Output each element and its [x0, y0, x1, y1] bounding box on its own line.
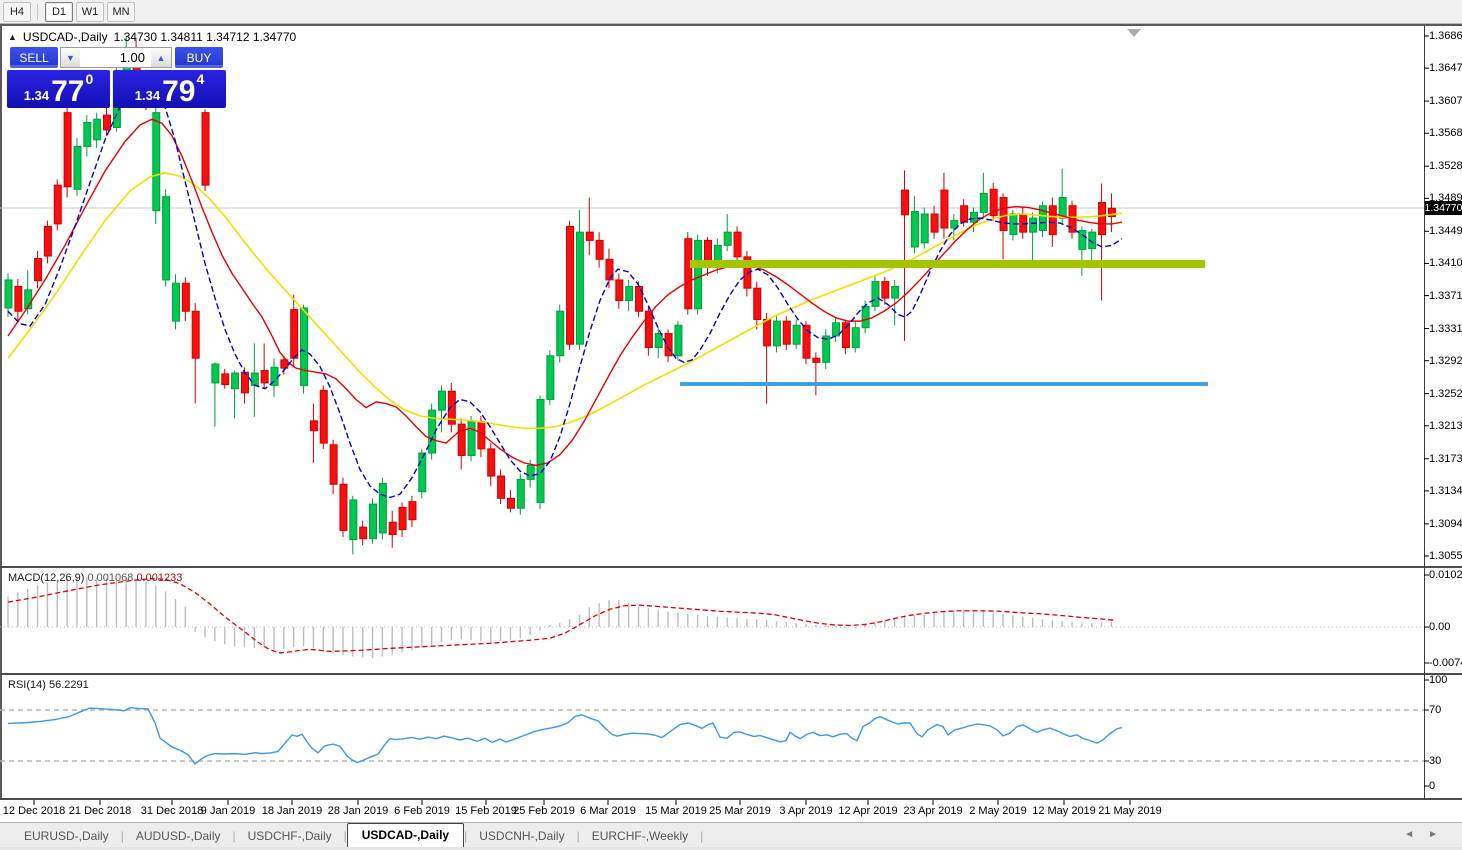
- chevron-down-icon: ▼: [66, 53, 75, 63]
- rsi-label: RSI(14) 56.2291: [8, 679, 89, 691]
- indicator-axis-label: 0.00: [1429, 622, 1450, 632]
- buy-price-prefix: 1.34: [135, 89, 160, 105]
- date-axis-label: 28 Jan 2019: [328, 805, 389, 817]
- price-axis-label: 1.30940: [1429, 519, 1462, 529]
- ohlc-values: 1.34730 1.34811 1.34712 1.34770: [114, 30, 297, 44]
- macd-main-value: 0.001068: [87, 572, 133, 584]
- sell-price-big: 77: [51, 78, 84, 105]
- sell-price-button[interactable]: 1.34 77 0: [7, 70, 110, 108]
- chevron-up-icon: ▲: [157, 53, 166, 63]
- price-axis-label: 1.36070: [1429, 96, 1462, 106]
- tab-usdchf--daily[interactable]: USDCHF-,Daily: [236, 825, 344, 848]
- date-axis-label: 6 Feb 2019: [394, 805, 450, 817]
- price-axis-label: 1.35680: [1429, 128, 1462, 138]
- timeframe-button-h4[interactable]: H4: [3, 2, 31, 22]
- price-axis-label: 1.32920: [1429, 356, 1462, 366]
- timeframe-button-d1[interactable]: D1: [45, 2, 73, 22]
- date-axis-label: 15 Mar 2019: [645, 805, 707, 817]
- sell-price-prefix: 1.34: [24, 89, 49, 105]
- tab-audusd--daily[interactable]: AUDUSD-,Daily: [124, 825, 233, 848]
- tab-scroll-left-icon[interactable]: ◄: [1404, 830, 1414, 840]
- price-axis-label: 1.33310: [1429, 324, 1462, 334]
- date-axis-label: 25 Mar 2019: [709, 805, 771, 817]
- timeframe-button-w1[interactable]: W1: [76, 2, 104, 22]
- tab-scroll-right-icon[interactable]: ►: [1428, 830, 1438, 840]
- date-axis-label: 21 Dec 2018: [69, 805, 131, 817]
- volume-increase-button[interactable]: ▲: [151, 47, 172, 68]
- date-axis-label: 21 May 2019: [1098, 805, 1162, 817]
- chart-title: ▲ USDCAD-,Daily 1.34730 1.34811 1.34712 …: [8, 30, 296, 44]
- date-axis-label: 6 Mar 2019: [580, 805, 636, 817]
- tab-separator: |: [700, 829, 703, 848]
- price-axis-label: 1.33710: [1429, 291, 1462, 301]
- tab-eurchf--weekly[interactable]: EURCHF-,Weekly: [580, 825, 700, 848]
- date-axis-label: 31 Dec 2018: [141, 805, 203, 817]
- sell-price-pip: 0: [85, 72, 93, 86]
- volume-input[interactable]: 1.00: [80, 47, 151, 68]
- indicator-axis-label: 30: [1429, 756, 1441, 766]
- buy-price-pip: 4: [196, 72, 204, 86]
- chart-tab-bar: EURUSD-,Daily|AUDUSD-,Daily|USDCHF-,Dail…: [0, 822, 1462, 848]
- indicator-axis-label: 0.010229: [1429, 570, 1462, 580]
- buy-price-button[interactable]: 1.34 79 4: [113, 70, 226, 108]
- date-axis-label: 12 May 2019: [1032, 805, 1096, 817]
- timeframe-button-mn[interactable]: MN: [107, 2, 135, 22]
- date-axis-label: 3 Apr 2019: [779, 805, 832, 817]
- date-axis-label: 12 Dec 2018: [3, 805, 65, 817]
- date-axis-label: 18 Jan 2019: [262, 805, 323, 817]
- date-axis-label: 15 Feb 2019: [455, 805, 517, 817]
- date-axis-label: 2 May 2019: [969, 805, 1026, 817]
- timeframe-toolbar: H4 D1W1MN: [0, 0, 1462, 24]
- date-axis-label: 9 Jan 2019: [201, 805, 255, 817]
- price-axis-label: 1.34100: [1429, 258, 1462, 268]
- price-axis-border: [1424, 26, 1425, 800]
- price-axis-label: 1.36470: [1429, 63, 1462, 73]
- date-axis[interactable]: 12 Dec 2018 21 Dec 2018 31 Dec 20189 Jan 2…: [0, 800, 1462, 822]
- tab-usdcnh--daily[interactable]: USDCNH-,Daily: [467, 825, 576, 848]
- toolbar-divider: [37, 4, 38, 20]
- price-axis-label: 1.32520: [1429, 389, 1462, 399]
- date-axis-label: 23 Apr 2019: [903, 805, 962, 817]
- tab-eurusd--daily[interactable]: EURUSD-,Daily: [12, 825, 121, 848]
- indicator-axis-label: 70: [1429, 705, 1441, 715]
- indicator-axis-label: 0: [1429, 781, 1435, 791]
- date-axis-label: 25 Feb 2019: [513, 805, 575, 817]
- symbol-title: USDCAD-,Daily: [23, 30, 108, 44]
- macd-rsi-separator[interactable]: [0, 673, 1462, 675]
- current-price-badge: 1.34770: [1425, 201, 1462, 215]
- one-click-trading-panel: SELL ▼ 1.00 ▲ BUY 1.34 77 0 1.34 79 4: [7, 46, 226, 108]
- buy-price-big: 79: [162, 78, 195, 105]
- price-axis-label: 1.32130: [1429, 421, 1462, 431]
- price-axis-label: 1.30550: [1429, 551, 1462, 561]
- tab-usdcad--daily[interactable]: USDCAD-,Daily: [347, 823, 464, 848]
- price-axis-label: 1.34490: [1429, 226, 1462, 236]
- price-axis-label: 1.31730: [1429, 454, 1462, 464]
- indicator-axis-label: -0.007477: [1429, 658, 1462, 668]
- macd-signal-value: 0.001233: [136, 572, 182, 584]
- sell-button[interactable]: SELL: [10, 47, 58, 68]
- price-axis-label: 1.31340: [1429, 486, 1462, 496]
- price-axis-label: 1.36860: [1429, 31, 1462, 41]
- main-macd-separator[interactable]: [0, 566, 1462, 568]
- rsi-value: 56.2291: [49, 679, 89, 691]
- volume-decrease-button[interactable]: ▼: [60, 47, 81, 68]
- date-axis-label: 12 Apr 2019: [838, 805, 897, 817]
- collapse-icon[interactable]: ▲: [8, 32, 17, 42]
- macd-label: MACD(12,26,9) 0.001068 0.001233: [8, 572, 182, 584]
- tab-scroll-controls: ◄ ►: [1404, 830, 1438, 840]
- indicator-axis-label: 100: [1429, 675, 1447, 685]
- chart-shift-marker-icon[interactable]: [1127, 29, 1141, 37]
- buy-button[interactable]: BUY: [175, 47, 223, 68]
- mt4-terminal-window: H4 D1W1MN ▲ USDCAD-,Daily 1.34730 1.34811…: [0, 0, 1462, 850]
- price-axis-label: 1.35280: [1429, 161, 1462, 171]
